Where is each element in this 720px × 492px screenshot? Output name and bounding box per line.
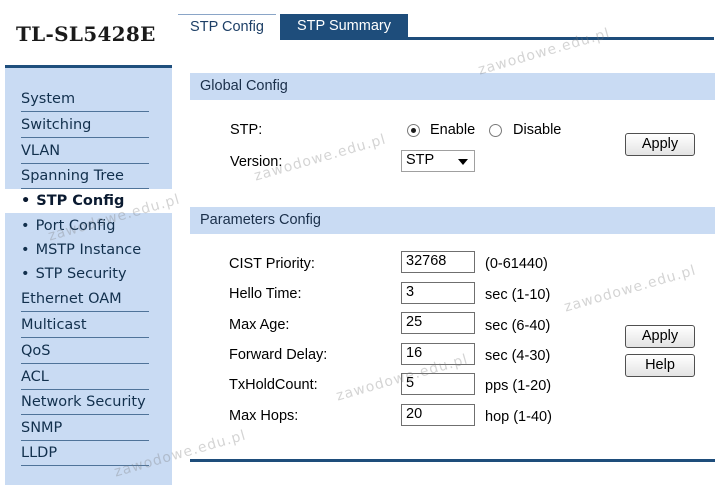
cist-priority-range: (0-61440): [485, 256, 548, 272]
version-select[interactable]: STP: [401, 150, 475, 172]
stp-disable-radio[interactable]: [489, 124, 502, 137]
sidebar-item-qos[interactable]: QoS: [21, 339, 149, 364]
sidebar-item-switching[interactable]: Switching: [21, 113, 149, 138]
radio-selected-dot: [411, 128, 416, 133]
stp-enable-radio[interactable]: [407, 124, 420, 137]
brand-name: TL-SL5428E: [16, 22, 156, 46]
chevron-down-icon: [458, 159, 468, 165]
hello-time-input[interactable]: 3: [401, 282, 475, 304]
global-apply-button[interactable]: Apply: [625, 133, 695, 156]
bullet-icon: •: [21, 242, 30, 258]
max-hops-range: hop (1-40): [485, 409, 552, 425]
forward-delay-input[interactable]: 16: [401, 343, 475, 365]
sidebar-item-port-config[interactable]: • Port Config: [21, 214, 171, 238]
bullet-icon: •: [21, 218, 30, 234]
bullet-icon: •: [21, 193, 31, 209]
stp-enable-label: Enable: [430, 122, 476, 138]
main-content: Global Config STP: Enable Disable Versio…: [180, 40, 715, 485]
sidebar-item-acl[interactable]: ACL: [21, 365, 149, 390]
txholdcount-range: pps (1-20): [485, 378, 552, 394]
sidebar-item-snmp[interactable]: SNMP: [21, 416, 149, 441]
tab-stp-config[interactable]: STP Config: [178, 14, 276, 40]
max-hops-label: Max Hops:: [229, 408, 299, 424]
max-age-label: Max Age:: [229, 317, 290, 333]
txholdcount-label: TxHoldCount:: [229, 377, 318, 393]
max-hops-input[interactable]: 20: [401, 404, 475, 426]
forward-delay-range: sec (4-30): [485, 348, 551, 364]
stp-disable-label: Disable: [513, 122, 562, 138]
sidebar-item-spanning-tree[interactable]: Spanning Tree: [21, 164, 149, 189]
tab-bar: STP Config STP Summary: [172, 8, 714, 40]
sidebar-item-system[interactable]: System: [21, 87, 149, 112]
sidebar-item-network-security[interactable]: Network Security: [21, 390, 149, 415]
sidebar-item-stp-config[interactable]: • STP Config: [5, 189, 172, 213]
hello-time-range: sec (1-10): [485, 287, 551, 303]
forward-delay-label: Forward Delay:: [229, 347, 328, 363]
sidebar-item-stp-security[interactable]: • STP Security: [21, 262, 171, 286]
stp-label: STP:: [230, 122, 263, 138]
sidebar-item-multicast[interactable]: Multicast: [21, 313, 149, 338]
sidebar-item-mstp-instance[interactable]: • MSTP Instance: [21, 238, 171, 262]
cist-priority-label: CIST Priority:: [229, 256, 315, 272]
params-apply-button[interactable]: Apply: [625, 325, 695, 348]
version-label: Version:: [230, 154, 283, 170]
brand-logo: TL-SL5428E: [5, 8, 172, 68]
sidebar-item-vlan[interactable]: VLAN: [21, 139, 149, 164]
hello-time-label: Hello Time:: [229, 286, 302, 302]
section-parameters-config: Parameters Config: [190, 207, 715, 234]
bottom-divider: [190, 459, 715, 462]
sidebar: TL-SL5428E System Switching VLAN Spannin…: [5, 8, 172, 485]
help-button[interactable]: Help: [625, 354, 695, 377]
max-age-input[interactable]: 25: [401, 312, 475, 334]
cist-priority-input[interactable]: 32768: [401, 251, 475, 273]
tab-stp-summary[interactable]: STP Summary: [280, 14, 408, 40]
section-global-config: Global Config: [190, 73, 715, 100]
sidebar-item-ethernet-oam[interactable]: Ethernet OAM: [21, 287, 149, 312]
sidebar-item-lldp[interactable]: LLDP: [21, 441, 149, 466]
bullet-icon: •: [21, 266, 30, 282]
max-age-range: sec (6-40): [485, 318, 551, 334]
txholdcount-input[interactable]: 5: [401, 373, 475, 395]
